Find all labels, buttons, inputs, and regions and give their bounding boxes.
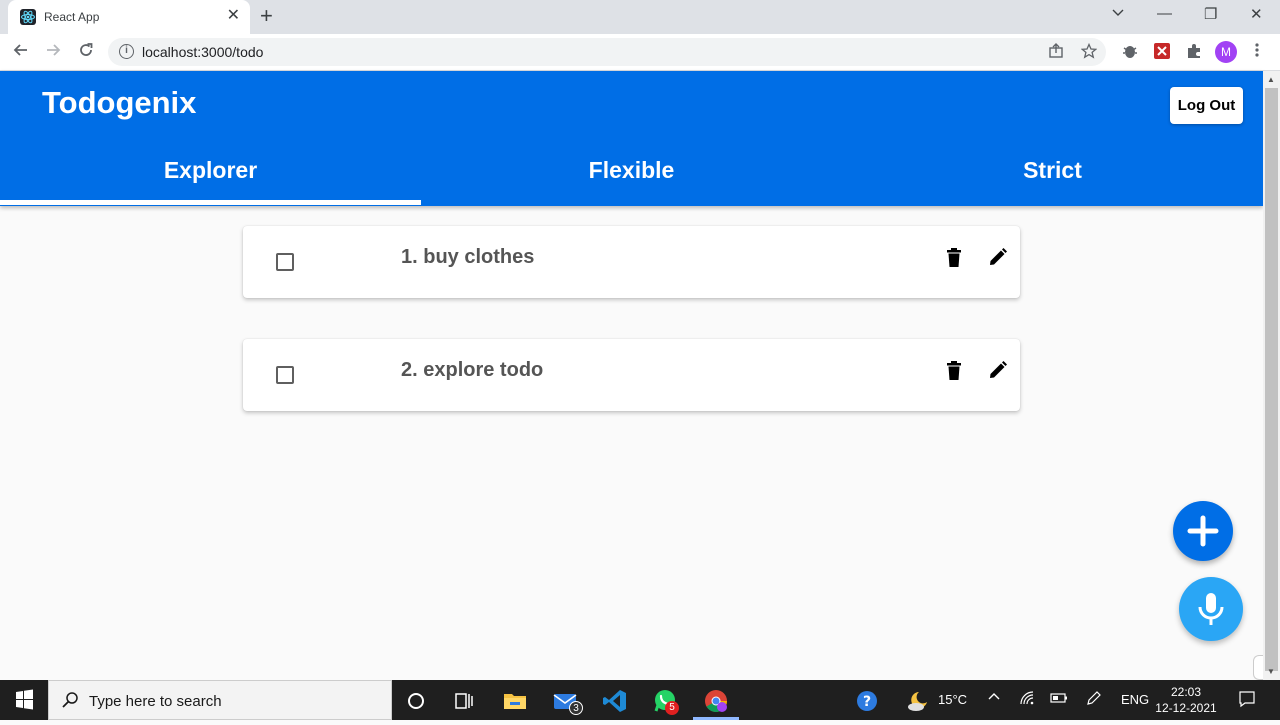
vscode-icon[interactable] <box>602 688 628 714</box>
taskbar-clock[interactable]: 22:03 12-12-2021 <box>1153 684 1219 716</box>
taskbar-search-box[interactable]: Type here to search <box>48 680 392 720</box>
tab-close-icon[interactable]: ✕ <box>227 7 240 25</box>
wifi-icon[interactable] <box>1019 690 1037 709</box>
mail-icon[interactable]: 3 <box>552 688 583 715</box>
windows-start-icon[interactable] <box>0 680 48 720</box>
red-extension-icon[interactable] <box>1153 42 1171 60</box>
share-icon[interactable] <box>1048 43 1064 63</box>
show-hidden-icons-chevron-icon[interactable] <box>987 690 1001 707</box>
new-tab-button[interactable]: + <box>260 5 273 27</box>
whatsapp-icon[interactable]: 5 <box>652 688 679 715</box>
page-scrollbar[interactable]: ▲ ▼ <box>1263 71 1280 680</box>
profile-avatar[interactable]: M <box>1215 41 1237 63</box>
pen-ink-icon[interactable] <box>1086 690 1102 709</box>
app-brand-title: Todogenix <box>42 85 197 120</box>
url-text[interactable]: localhost:3000/todo <box>142 44 263 60</box>
todo-checkbox[interactable] <box>276 253 294 271</box>
edit-pencil-icon[interactable] <box>988 360 1008 385</box>
logout-button[interactable]: Log Out <box>1170 87 1243 124</box>
active-tab-indicator <box>0 200 421 205</box>
browser-toolbar: i localhost:3000/todo M <box>0 34 1280 71</box>
edit-pencil-icon[interactable] <box>988 247 1008 272</box>
scrollbar-thumb[interactable] <box>1265 88 1278 671</box>
bookmark-star-icon[interactable] <box>1080 42 1098 63</box>
reload-icon[interactable] <box>78 42 94 63</box>
tab-explorer[interactable]: Explorer <box>0 141 421 205</box>
minimize-button[interactable]: — <box>1157 5 1172 22</box>
battery-icon[interactable] <box>1050 692 1068 707</box>
whatsapp-badge: 5 <box>665 701 679 715</box>
windows-taskbar: Type here to search 3 5 ? 15°C ENG 22:03… <box>0 680 1280 720</box>
help-icon[interactable]: ? <box>855 688 881 714</box>
search-placeholder: Type here to search <box>89 693 222 710</box>
chrome-menu-icon[interactable] <box>1252 42 1262 63</box>
delete-trash-icon[interactable] <box>946 361 962 386</box>
weather-icon[interactable] <box>905 688 931 714</box>
browser-tab-strip: React App ✕ + — ❐ ✕ <box>0 0 1280 34</box>
add-todo-button[interactable] <box>1173 501 1233 561</box>
cortana-icon[interactable] <box>403 688 429 714</box>
plus-icon <box>1187 515 1219 547</box>
search-icon <box>61 691 79 714</box>
file-explorer-icon[interactable] <box>502 688 528 714</box>
svg-text:?: ? <box>863 694 871 710</box>
temperature-text[interactable]: 15°C <box>938 692 967 707</box>
tab-strict[interactable]: Strict <box>842 141 1263 205</box>
mail-badge: 3 <box>569 701 583 715</box>
todo-item: 1. buy clothes <box>243 226 1020 298</box>
address-bar[interactable]: i localhost:3000/todo <box>108 38 1106 66</box>
side-panel-handle[interactable] <box>1253 655 1263 680</box>
todo-text: 2. explore todo <box>401 359 544 381</box>
scroll-up-arrow-icon[interactable]: ▲ <box>1267 75 1275 84</box>
clock-date: 12-12-2021 <box>1155 701 1217 715</box>
notifications-icon[interactable] <box>1238 690 1256 711</box>
window-close-button[interactable]: ✕ <box>1250 5 1263 23</box>
forward-arrow-icon[interactable] <box>45 42 61 63</box>
task-view-icon[interactable] <box>451 688 477 714</box>
browser-tab-title: React App <box>44 10 100 24</box>
delete-trash-icon[interactable] <box>946 248 962 273</box>
voice-input-button[interactable] <box>1179 577 1243 641</box>
tab-search-icon[interactable] <box>1111 5 1125 23</box>
bug-extension-icon[interactable] <box>1121 42 1139 60</box>
language-indicator[interactable]: ENG <box>1121 692 1149 707</box>
extensions-puzzle-icon[interactable] <box>1185 42 1203 60</box>
back-arrow-icon[interactable] <box>13 42 29 63</box>
clock-time: 22:03 <box>1170 685 1202 699</box>
react-favicon-icon <box>20 9 36 25</box>
todo-item: 2. explore todo <box>243 339 1020 411</box>
scroll-down-arrow-icon[interactable]: ▼ <box>1267 667 1275 676</box>
restore-button[interactable]: ❐ <box>1204 5 1217 23</box>
browser-tab[interactable]: React App ✕ <box>8 0 250 34</box>
chrome-icon[interactable] <box>703 688 729 714</box>
todo-text: 1. buy clothes <box>401 246 535 268</box>
site-info-icon[interactable]: i <box>119 44 134 59</box>
microphone-icon <box>1198 593 1224 625</box>
todo-checkbox[interactable] <box>276 366 294 384</box>
tab-flexible[interactable]: Flexible <box>421 141 842 205</box>
app-header: Todogenix Log Out Explorer Flexible Stri… <box>0 71 1263 206</box>
